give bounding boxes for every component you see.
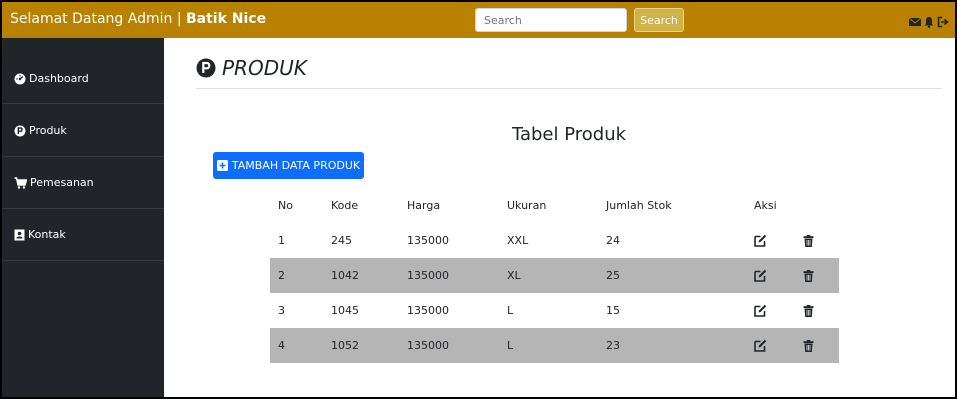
plus-square-icon xyxy=(216,160,228,171)
delete-action[interactable] xyxy=(795,293,839,328)
welcome-text: Selamat Datang Admin | xyxy=(10,11,186,27)
cell-no: 2 xyxy=(270,258,323,293)
trash-icon[interactable] xyxy=(803,304,814,317)
delete-action[interactable] xyxy=(794,328,839,363)
top-navbar: Selamat Datang Admin | Batik Nice Search xyxy=(2,2,955,38)
delete-action[interactable] xyxy=(794,258,839,293)
table-title: Tabel Produk xyxy=(511,124,627,145)
product-table: No Kode Harga Ukuran Jumlah Stok Aksi 1 2… xyxy=(270,187,839,363)
cell-ukuran: XL xyxy=(499,258,598,293)
dashboard-icon xyxy=(14,73,26,84)
trash-icon[interactable] xyxy=(803,269,814,282)
table-row: 4 1052 135000 L 23 xyxy=(270,328,839,363)
page-title: PRODUK xyxy=(196,56,307,80)
header-harga: Harga xyxy=(407,198,441,212)
bell-icon[interactable] xyxy=(923,13,935,28)
brand-welcome[interactable]: Selamat Datang Admin | Batik Nice xyxy=(10,11,266,27)
add-product-button[interactable]: TAMBAH DATA PRODUK xyxy=(213,152,364,179)
delete-action[interactable] xyxy=(795,223,839,258)
table-header-row: No Kode Harga Ukuran Jumlah Stok Aksi xyxy=(270,187,839,223)
edit-action[interactable] xyxy=(746,293,795,328)
cell-kode: 1052 xyxy=(323,328,399,363)
sign-out-icon[interactable] xyxy=(937,13,949,28)
address-book-icon xyxy=(14,229,25,240)
sidebar-item-produk[interactable]: Produk xyxy=(2,105,164,157)
edit-action[interactable] xyxy=(746,328,795,363)
header-kode: Kode xyxy=(331,198,359,212)
edit-icon[interactable] xyxy=(754,234,767,248)
cell-harga: 135000 xyxy=(407,304,449,317)
product-p-icon xyxy=(14,125,26,136)
sidebar-item-dashboard[interactable]: Dashboard xyxy=(2,54,164,104)
search-input[interactable] xyxy=(475,8,627,32)
cell-no: 3 xyxy=(278,304,285,317)
header-jumlah-stok: Jumlah Stok xyxy=(606,198,672,212)
cell-ukuran: L xyxy=(499,328,598,363)
edit-action[interactable] xyxy=(746,258,795,293)
app-frame: Selamat Datang Admin | Batik Nice Search… xyxy=(0,0,957,399)
envelope-icon[interactable] xyxy=(908,13,922,26)
cell-kode: 245 xyxy=(331,234,352,247)
edit-icon[interactable] xyxy=(754,269,767,283)
product-p-icon xyxy=(196,58,216,78)
edit-icon[interactable] xyxy=(754,339,767,353)
top-icons xyxy=(908,13,949,28)
trash-icon[interactable] xyxy=(803,339,814,352)
cell-ukuran: XXL xyxy=(507,234,529,247)
edit-icon[interactable] xyxy=(754,304,767,318)
cell-jumlah-stok: 15 xyxy=(606,304,620,317)
sidebar-item-pemesanan[interactable]: Pemesanan xyxy=(2,157,164,209)
sidebar-item-kontak[interactable]: Kontak xyxy=(2,209,164,261)
cell-no: 4 xyxy=(270,328,323,363)
cell-ukuran: L xyxy=(507,304,514,317)
trash-icon[interactable] xyxy=(803,234,814,247)
cell-jumlah-stok: 24 xyxy=(606,234,620,247)
cell-kode: 1045 xyxy=(331,304,359,317)
sidebar-item-label: Pemesanan xyxy=(30,176,94,189)
table-row: 3 1045 135000 L 15 xyxy=(270,293,839,328)
cell-harga: 135000 xyxy=(407,234,449,247)
header-ukuran: Ukuran xyxy=(507,198,547,212)
cell-kode: 1042 xyxy=(323,258,399,293)
cell-no: 1 xyxy=(278,234,285,247)
title-divider xyxy=(196,88,942,89)
search-button[interactable]: Search xyxy=(634,8,684,32)
cell-jumlah-stok: 25 xyxy=(598,258,746,293)
add-product-label: TAMBAH DATA PRODUK xyxy=(231,159,361,172)
cell-harga: 135000 xyxy=(399,258,499,293)
table-row: 2 1042 135000 XL 25 xyxy=(270,258,839,293)
cell-harga: 135000 xyxy=(399,328,499,363)
brand-name: Batik Nice xyxy=(186,11,267,27)
header-aksi: Aksi xyxy=(754,198,777,212)
sidebar: Dashboard Produk Pemesanan Kontak xyxy=(2,38,164,397)
sidebar-item-label: Kontak xyxy=(28,228,66,241)
table-row: 1 245 135000 XXL 24 xyxy=(270,223,839,258)
sidebar-item-label: Dashboard xyxy=(29,72,89,85)
header-no: No xyxy=(278,198,293,212)
edit-action[interactable] xyxy=(746,223,795,258)
sidebar-item-label: Produk xyxy=(29,124,67,137)
page-title-text: PRODUK xyxy=(222,56,307,80)
cart-icon xyxy=(14,176,27,189)
cell-jumlah-stok: 23 xyxy=(598,328,746,363)
